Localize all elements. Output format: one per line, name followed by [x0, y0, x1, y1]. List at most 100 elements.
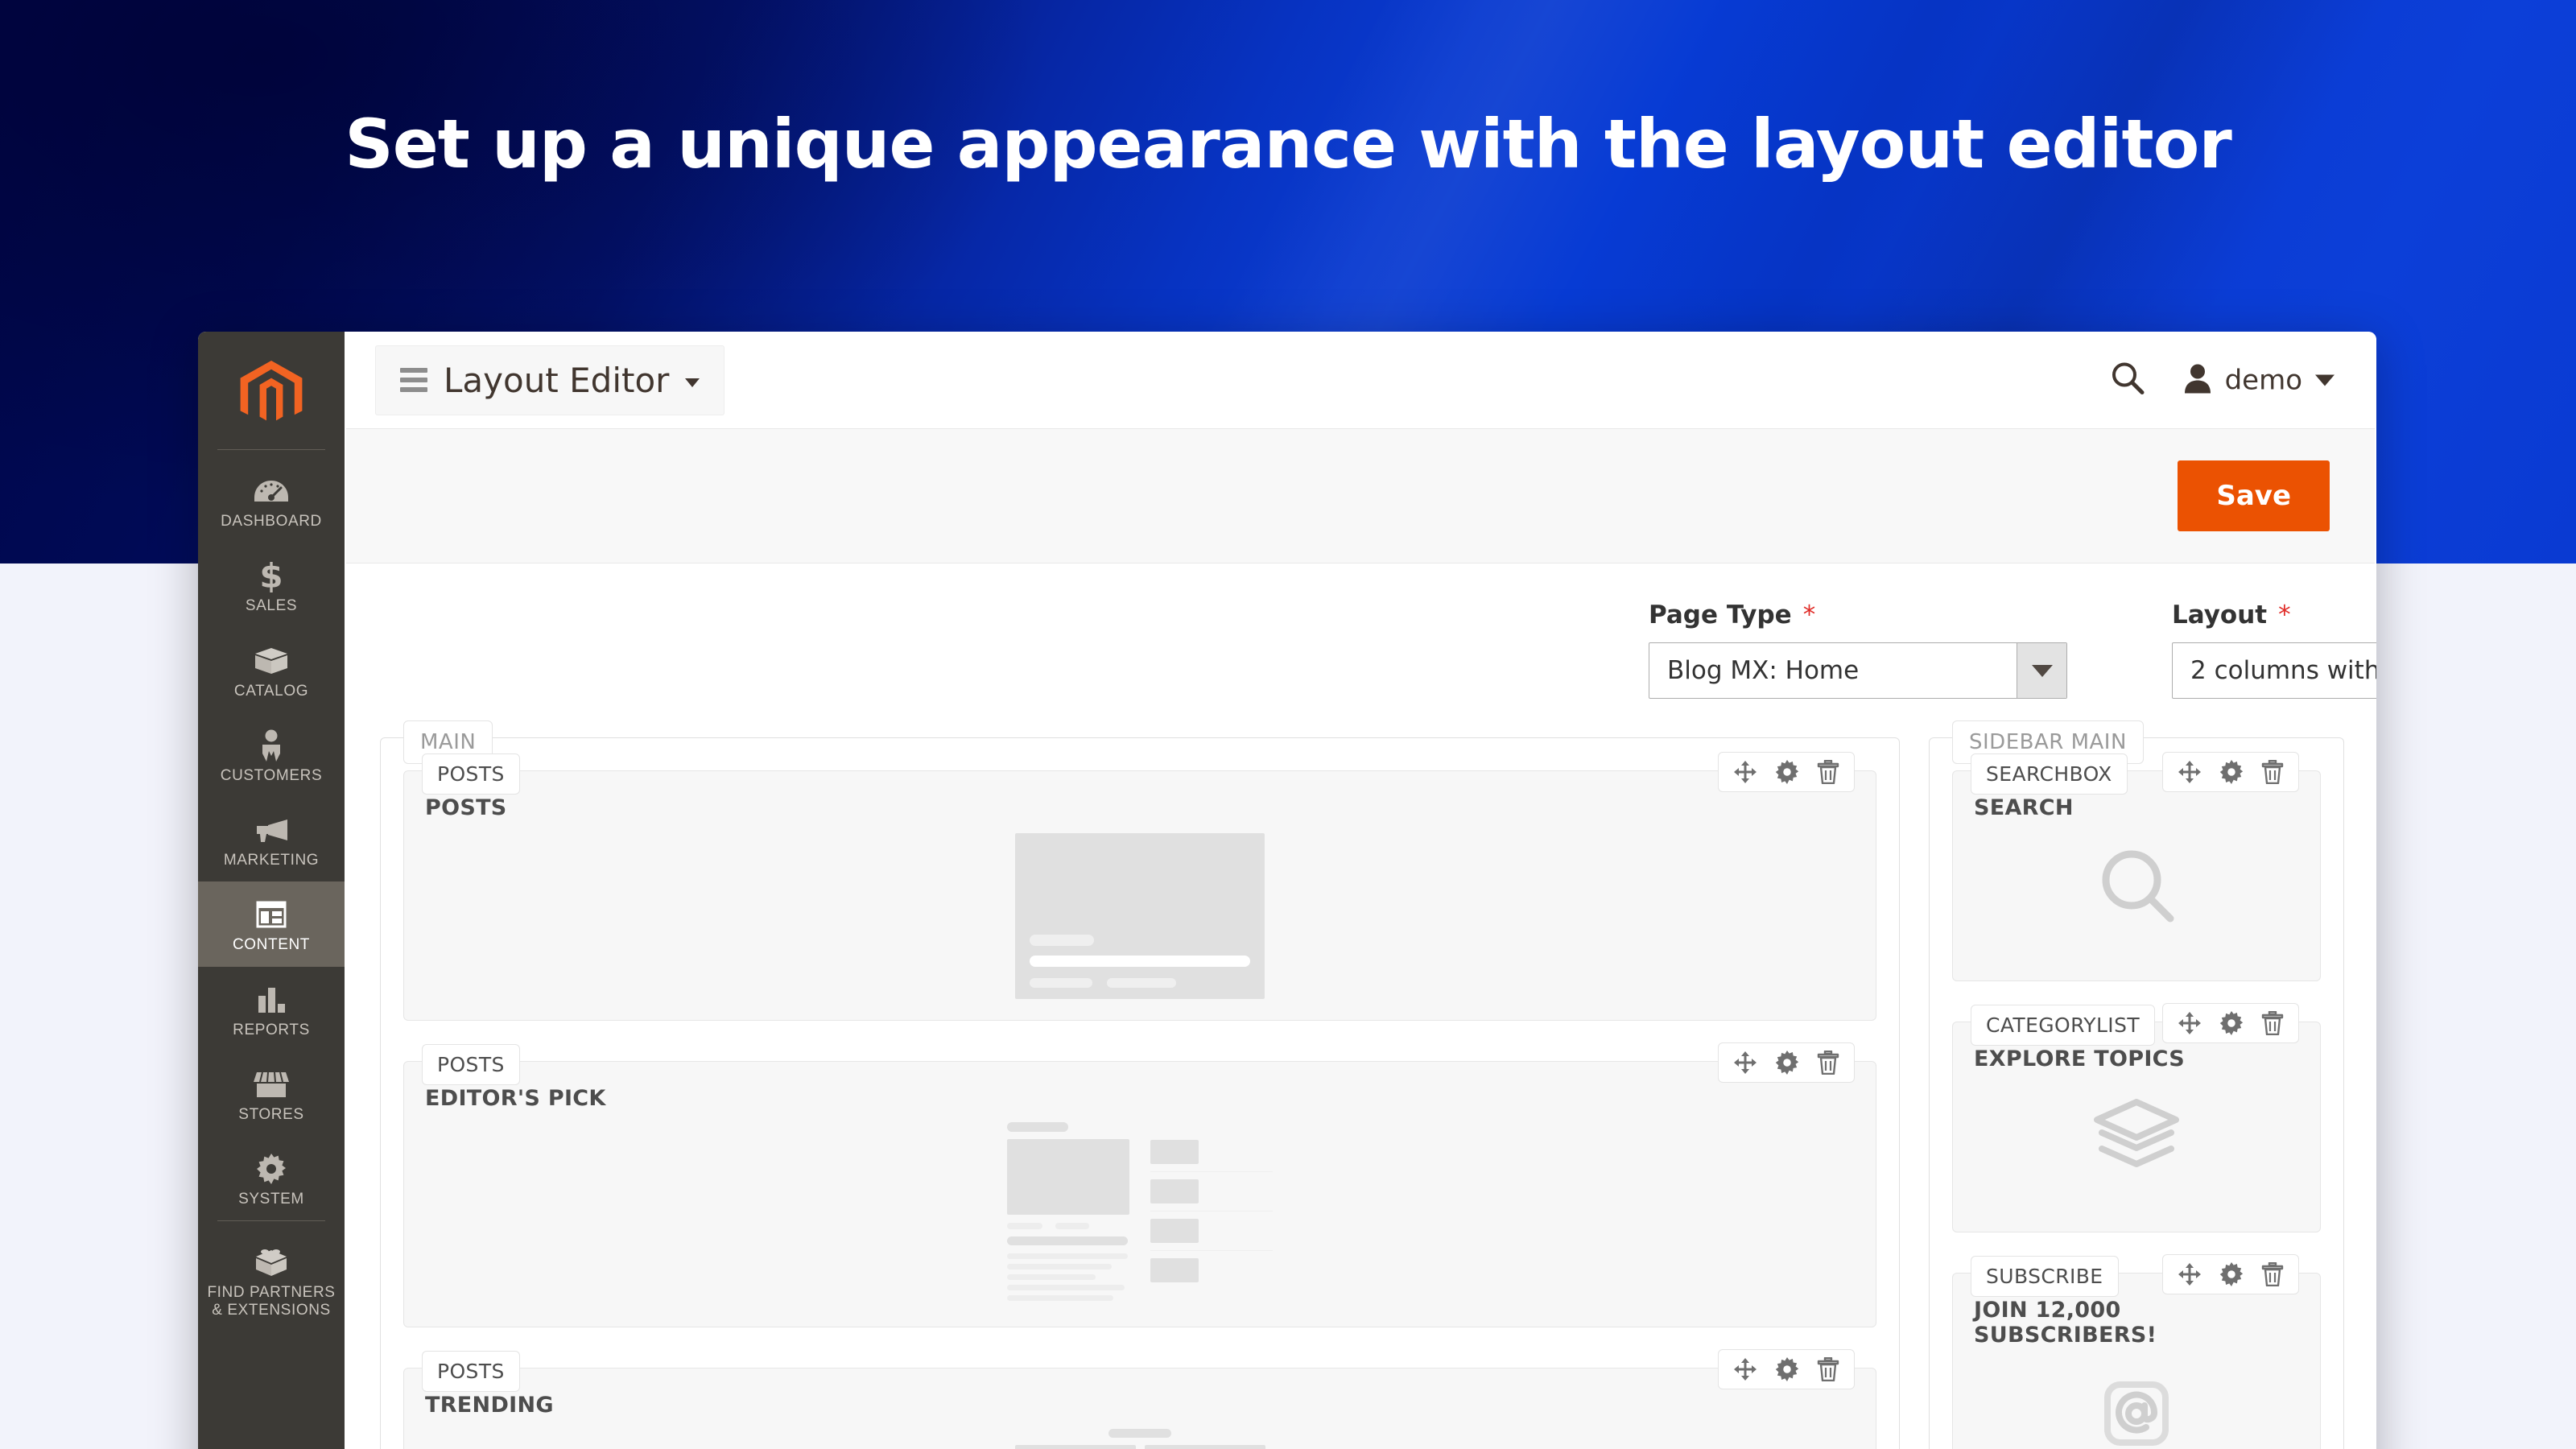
skeleton-card [1015, 1445, 1136, 1449]
bar-chart-icon [256, 983, 287, 1017]
sidebar-item-label: STORES [238, 1106, 303, 1123]
block-title: EDITOR'S PICK [425, 1086, 1855, 1111]
skeleton-line [1030, 935, 1094, 946]
hamburger-icon [400, 368, 427, 392]
block-toolbar [1718, 1349, 1855, 1389]
sidebar-item-label: SYSTEM [238, 1191, 304, 1208]
block-preview-editors-pick [425, 1122, 1855, 1306]
sidebar-item-label: DASHBOARD [221, 513, 322, 530]
block-title: TRENDING [425, 1393, 1855, 1418]
container-sidebar-main[interactable]: SIDEBAR MAIN SEARCHBOX [1929, 737, 2344, 1449]
gear-icon[interactable] [2219, 1011, 2244, 1035]
magento-logo[interactable] [198, 343, 345, 449]
sidebar-item-dashboard[interactable]: DASHBOARD [198, 458, 345, 543]
block-posts[interactable]: POSTS POSTS [403, 770, 1876, 1021]
layout-label: Layout* [2172, 601, 2376, 630]
sidebar-item-stores[interactable]: STORES [198, 1051, 345, 1136]
layout-select[interactable]: 2 columns with right bar [2172, 642, 2376, 699]
gear-icon[interactable] [2219, 760, 2244, 784]
gear-icon[interactable] [1775, 1051, 1799, 1075]
search-icon[interactable] [2111, 361, 2145, 399]
skeleton-image [1145, 1445, 1265, 1449]
block-editors-pick[interactable]: POSTS EDITOR'S PICK [403, 1061, 1876, 1327]
skeleton-paragraph [1007, 1253, 1129, 1301]
layout-field: Layout* 2 columns with right bar [2172, 601, 2376, 699]
gear-icon[interactable] [1775, 1357, 1799, 1381]
move-arrows-icon[interactable] [2178, 1011, 2202, 1035]
caret-down-icon [2315, 374, 2334, 386]
block-title: SEARCH [1974, 795, 2299, 820]
skeleton-line [1108, 1429, 1171, 1438]
skeleton-hero-image [1015, 833, 1265, 999]
action-bar: Save [346, 428, 2375, 564]
page-type-label: Page Type* [1649, 601, 2067, 630]
skeleton-list-column [1150, 1122, 1273, 1306]
page-type-select[interactable]: Blog MX: Home [1649, 642, 2067, 699]
sidebar-item-catalog[interactable]: CATALOG [198, 628, 345, 712]
save-button[interactable]: Save [2178, 460, 2330, 531]
move-arrows-icon[interactable] [2178, 760, 2202, 784]
sidebar-item-find-partners[interactable]: FIND PARTNERS & EXTENSIONS [198, 1229, 345, 1331]
box-icon [254, 644, 289, 678]
block-type-tag: POSTS [422, 1044, 520, 1085]
sidebar-item-content[interactable]: CONTENT [198, 881, 345, 966]
move-arrows-icon[interactable] [1733, 1051, 1757, 1075]
sidebar-item-sales[interactable]: $ SALES [198, 543, 345, 627]
trash-icon[interactable] [1817, 1357, 1839, 1381]
admin-window: DASHBOARD $ SALES CATAL [198, 332, 2376, 1449]
block-searchbox[interactable]: SEARCHBOX SEARCH [1952, 770, 2321, 981]
page-title: Layout Editor [444, 361, 669, 400]
skeleton-image [1007, 1139, 1129, 1215]
move-arrows-icon[interactable] [1733, 1357, 1757, 1381]
svg-text:$: $ [259, 559, 283, 592]
sidebar-item-reports[interactable]: REPORTS [198, 967, 345, 1051]
skeleton-line [1007, 1236, 1128, 1245]
container-main[interactable]: MAIN POSTS [380, 737, 1900, 1449]
skeleton-two-column [425, 1445, 1855, 1449]
trash-icon[interactable] [1817, 760, 1839, 784]
gear-icon[interactable] [2219, 1262, 2244, 1286]
page-title-dropdown[interactable]: Layout Editor [375, 345, 724, 415]
block-title: JOIN 12,000 SUBSCRIBERS! [1974, 1298, 2299, 1348]
layout-value: 2 columns with right bar [2173, 643, 2376, 698]
trash-icon[interactable] [2261, 1011, 2284, 1035]
storefront-icon [254, 1067, 289, 1101]
block-preview-hero [425, 833, 1855, 999]
skeleton-list-item [1150, 1140, 1273, 1172]
banner-headline: Set up a unique appearance with the layo… [0, 105, 2576, 184]
sidebar-item-customers[interactable]: CUSTOMERS [198, 712, 345, 797]
trash-icon[interactable] [2261, 1262, 2284, 1286]
megaphone-icon [254, 813, 289, 847]
user-menu[interactable]: demo [2183, 363, 2334, 398]
layout-canvas: MAIN POSTS [345, 699, 2376, 1449]
skeleton-line [1007, 1122, 1068, 1132]
block-categorylist[interactable]: CATEGORYLIST EXPLORE [1952, 1022, 2321, 1232]
skeleton-image [1015, 1445, 1136, 1449]
sidebar-item-label: REPORTS [233, 1022, 310, 1038]
chevron-down-icon [2017, 643, 2066, 698]
dollar-icon: $ [259, 559, 283, 592]
page-type-value: Blog MX: Home [1649, 643, 2017, 698]
topbar-right: demo [2111, 361, 2334, 399]
sidebar-item-marketing[interactable]: MARKETING [198, 797, 345, 881]
skeleton-list-item [1150, 1258, 1273, 1290]
sidebar-item-system[interactable]: SYSTEM [198, 1136, 345, 1220]
move-arrows-icon[interactable] [2178, 1262, 2202, 1286]
trash-icon[interactable] [2261, 760, 2284, 784]
block-subscribe[interactable]: SUBSCRIBE JOIN 12,000 [1952, 1273, 2321, 1449]
block-type-tag: SUBSCRIBE [1971, 1256, 2119, 1297]
block-type-tag: POSTS [422, 1351, 520, 1392]
sidebar-item-label: CUSTOMERS [221, 767, 322, 784]
block-trending[interactable]: POSTS TRENDING [403, 1368, 1876, 1449]
sidebar-item-label: FIND PARTNERS & EXTENSIONS [201, 1284, 341, 1319]
gear-icon[interactable] [1775, 760, 1799, 784]
block-type-tag: CATEGORYLIST [1971, 1005, 2155, 1046]
skeleton-list-item [1150, 1219, 1273, 1251]
trash-icon[interactable] [1817, 1051, 1839, 1075]
at-sign-icon [1974, 1359, 2299, 1449]
move-arrows-icon[interactable] [1733, 760, 1757, 784]
block-type-tag: POSTS [422, 753, 520, 795]
sidebar-divider-bottom [217, 1220, 325, 1221]
admin-content: Layout Editor [345, 332, 2376, 1449]
sidebar-item-label: MARKETING [224, 852, 319, 869]
